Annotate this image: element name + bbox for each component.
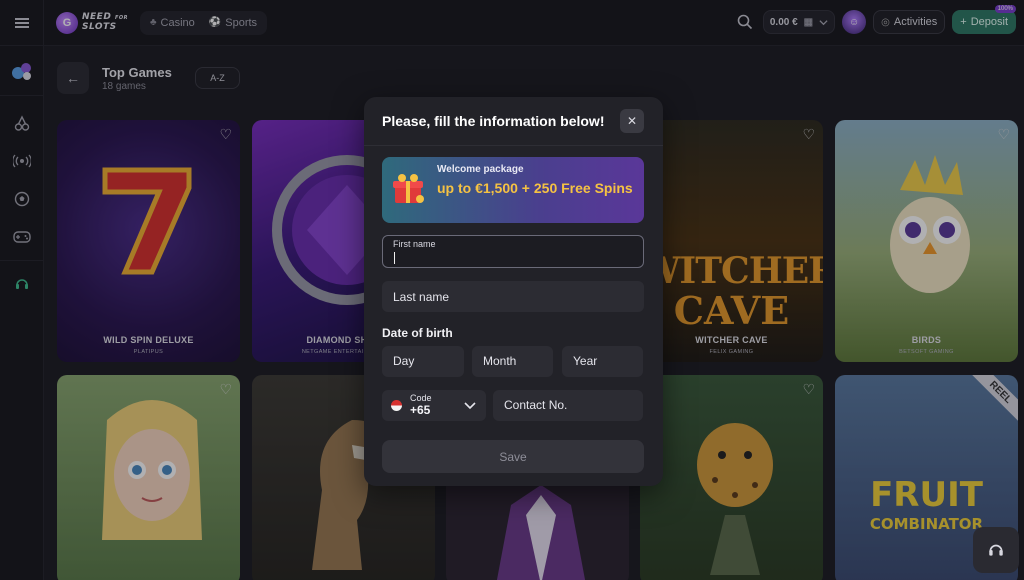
year-field[interactable]: Year (562, 346, 643, 377)
gift-box-icon (393, 174, 424, 203)
promo-offer: up to €1,500 + 250 Free Spins (437, 180, 633, 196)
chevron-down-icon (464, 402, 476, 410)
headset-icon (989, 544, 1003, 556)
save-button[interactable]: Save (382, 440, 644, 473)
close-button[interactable]: ✕ (620, 109, 644, 133)
code-value: +65 (410, 403, 431, 417)
last-name-field[interactable]: Last name (382, 281, 644, 312)
country-code-select[interactable]: Code +65 (382, 390, 486, 421)
day-field[interactable]: Day (382, 346, 464, 377)
singapore-flag-icon (391, 400, 402, 411)
month-field[interactable]: Month (472, 346, 553, 377)
welcome-package-banner: Welcome package up to €1,500 + 250 Free … (382, 157, 644, 223)
dob-label: Date of birth (382, 326, 453, 340)
code-label: Code (410, 393, 432, 403)
first-name-field[interactable]: First name (382, 235, 644, 268)
contact-number-field[interactable]: Contact No. (493, 390, 643, 421)
support-chat-button[interactable] (973, 527, 1019, 573)
first-name-label: First name (393, 239, 436, 249)
close-icon: ✕ (626, 114, 638, 128)
promo-caption: Welcome package (437, 164, 524, 175)
registration-modal: Please, fill the information below! ✕ We… (364, 97, 663, 486)
last-name-placeholder: Last name (393, 290, 450, 304)
modal-title: Please, fill the information below! (382, 113, 605, 129)
